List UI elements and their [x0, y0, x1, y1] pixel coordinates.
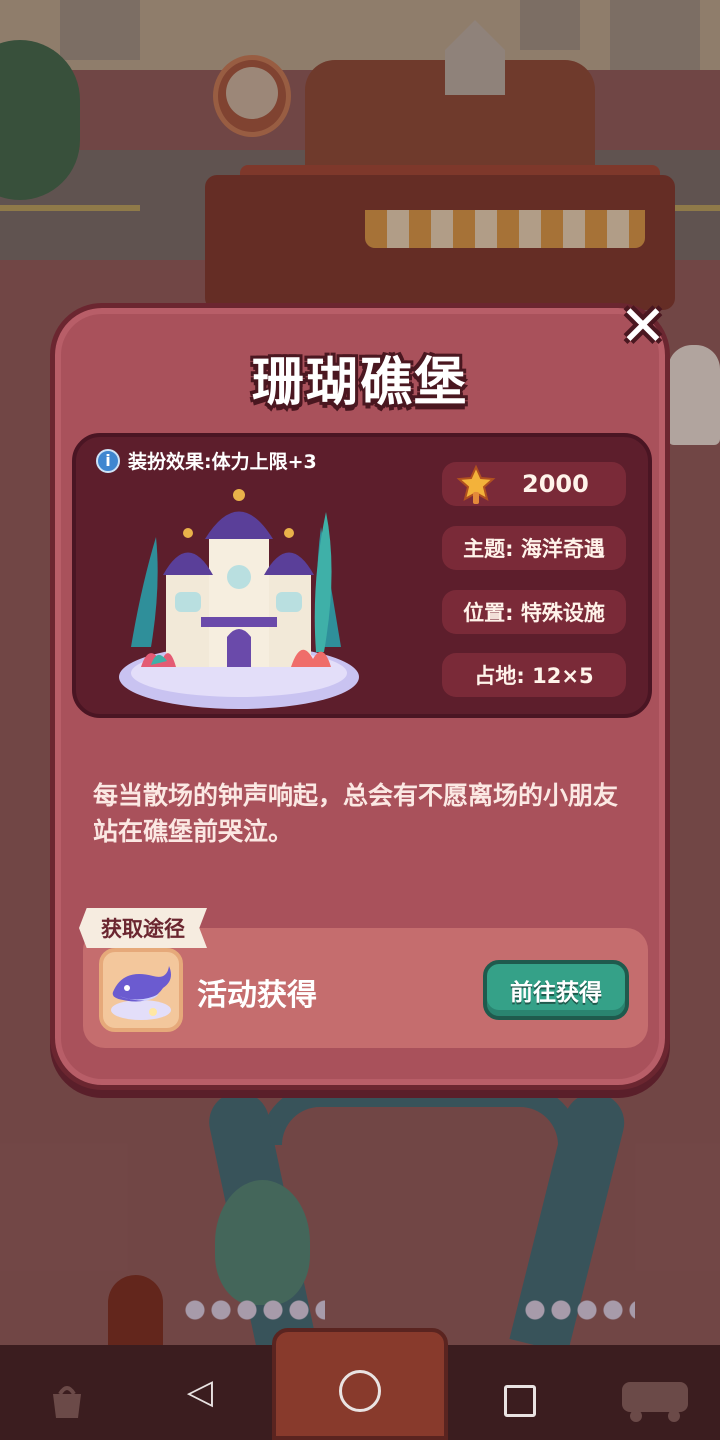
- effect-row: i 装扮效果:体力上限+3: [96, 447, 317, 474]
- obtain-tag: 获取途径: [79, 908, 207, 948]
- footprint-tag: 占地: 12×5: [442, 653, 626, 697]
- price-value: 2000: [522, 470, 589, 498]
- back-icon[interactable]: ◁: [178, 1370, 222, 1414]
- item-detail-dialog: 珊瑚礁堡 i 装扮效果:体力上限+3 2000 主题: 海洋奇遇 位置: 特殊设…: [50, 303, 670, 1090]
- whale-icon: [99, 948, 183, 1032]
- recent-apps-icon[interactable]: [504, 1385, 536, 1417]
- dialog-title: 珊瑚礁堡: [251, 353, 468, 413]
- bag-icon[interactable]: [45, 1378, 89, 1422]
- info-icon[interactable]: i: [96, 448, 120, 473]
- price-tag: 2000: [442, 462, 626, 506]
- item-description: 每当散场的钟声响起，总会有不愿离场的小朋友站在礁堡前哭泣。: [93, 781, 619, 846]
- coral-castle-image: [111, 477, 366, 717]
- bus-icon[interactable]: [620, 1378, 690, 1422]
- theme-tag: 主题: 海洋奇遇: [442, 526, 626, 570]
- item-info-panel: i 装扮效果:体力上限+3 2000 主题: 海洋奇遇 位置: 特殊设施 占地:…: [72, 433, 652, 718]
- source-label: 活动获得: [197, 978, 317, 1013]
- close-icon[interactable]: ✕: [612, 296, 674, 358]
- goto-obtain-button[interactable]: 前往获得: [483, 960, 629, 1020]
- home-icon[interactable]: [339, 1370, 381, 1412]
- effect-text: 装扮效果:体力上限+3: [128, 451, 317, 473]
- star-wand-icon: [456, 464, 496, 504]
- location-tag: 位置: 特殊设施: [442, 590, 626, 634]
